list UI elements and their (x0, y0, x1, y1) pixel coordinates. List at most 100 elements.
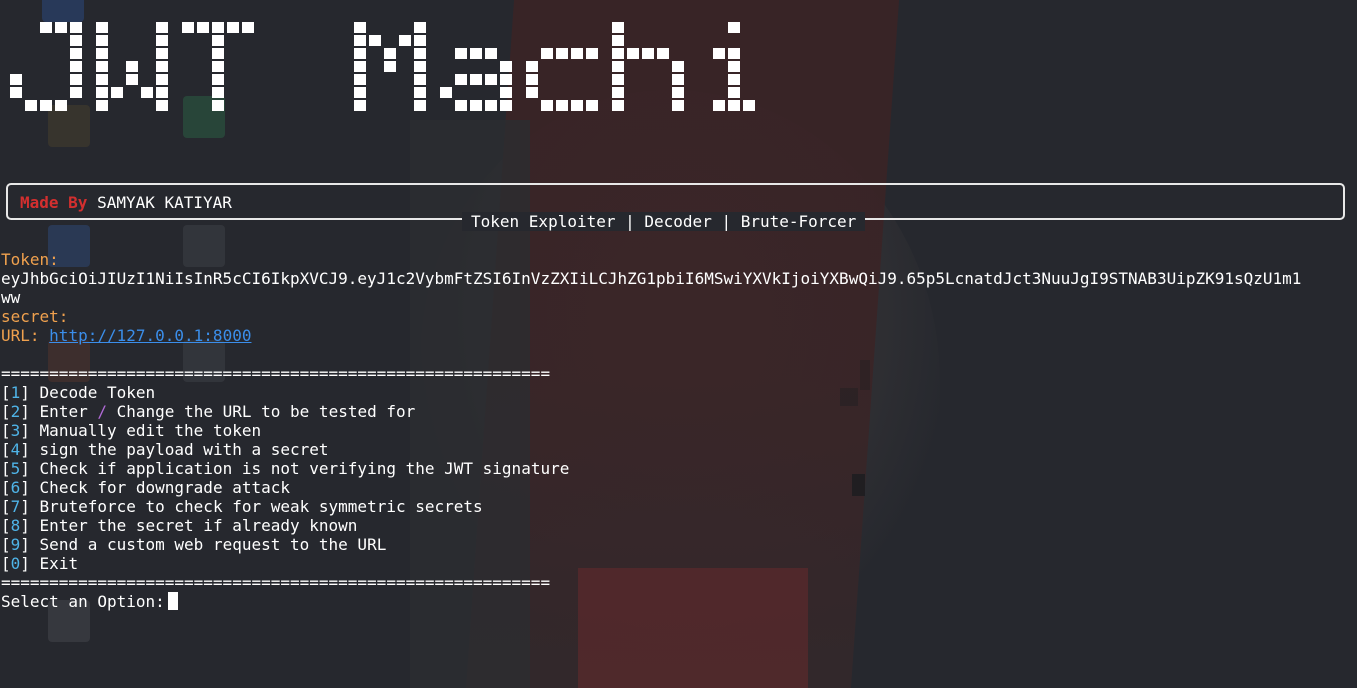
option-label: Check if application is not verifying th… (39, 459, 570, 478)
option-number: 6 (10, 478, 21, 497)
terminal-cursor[interactable] (167, 592, 178, 610)
banner-pixel (728, 74, 740, 85)
banner-pixel (40, 22, 52, 33)
banner-pixel (414, 22, 426, 33)
banner-pixel (369, 35, 381, 46)
banner-pixel (586, 48, 598, 59)
option-label: Exit (39, 554, 79, 573)
banner-pixel (182, 22, 194, 33)
banner-pixel (541, 48, 553, 59)
terminal-window: Made By SAMYAK KATIYAR Token Exploiter |… (0, 0, 1357, 688)
banner-pixel (156, 87, 168, 98)
banner-pixel (571, 48, 583, 59)
banner-pixel (414, 100, 426, 111)
banner-pixel (485, 100, 497, 111)
banner-pixel (728, 48, 740, 59)
banner-pixel (612, 48, 624, 59)
token-value-wrap[interactable]: ww (1, 288, 20, 307)
banner-pixel (672, 61, 684, 72)
banner-pixel (227, 22, 239, 33)
banner-pixel (414, 87, 426, 98)
banner-pixel (96, 22, 108, 33)
menu-option-7: [7] Bruteforce to check for weak symmetr… (1, 497, 483, 516)
banner-pixel (354, 35, 366, 46)
banner-pixel (384, 48, 396, 59)
banner-title (8, 18, 778, 118)
banner-pixel (642, 48, 654, 59)
made-by-label: Made By (20, 193, 88, 212)
banner-pixel (40, 100, 52, 111)
banner-pixel (212, 100, 224, 111)
banner-pixel (126, 61, 138, 72)
banner-pixel (96, 74, 108, 85)
banner-pixel (25, 100, 37, 111)
url-label: URL: (1, 326, 40, 345)
banner-pixel (500, 74, 512, 85)
banner-pixel (212, 35, 224, 46)
banner-pixel (500, 87, 512, 98)
banner-pixel (70, 74, 82, 85)
banner-pixel (354, 22, 366, 33)
credit-line: Made By SAMYAK KATIYAR (20, 193, 232, 212)
option-number: 0 (10, 554, 21, 573)
banner-pixel (672, 74, 684, 85)
banner-pixel (470, 48, 482, 59)
banner-pixel (141, 87, 153, 98)
menu-option-6: [6] Check for downgrade attack (1, 478, 290, 497)
banner-pixel (571, 100, 583, 111)
banner-pixel (485, 48, 497, 59)
url-line: URL: http://127.0.0.1:8000 (1, 326, 251, 345)
banner-pixel (354, 61, 366, 72)
banner-pixel (96, 35, 108, 46)
banner-pixel (70, 22, 82, 33)
option-number: 4 (10, 440, 21, 459)
banner-pixel (156, 22, 168, 33)
banner-pixel (728, 61, 740, 72)
banner-pixel (455, 100, 467, 111)
option-label: Enter the secret if already known (39, 516, 358, 535)
banner-pixel (672, 87, 684, 98)
menu-option-0: [0] Exit (1, 554, 79, 573)
menu-option-2: [2] Enter / Change the URL to be tested … (1, 402, 416, 421)
banner-pixel (96, 100, 108, 111)
option-number: 9 (10, 535, 21, 554)
banner-art (10, 22, 755, 111)
banner-pixel (612, 74, 624, 85)
option-prompt[interactable]: Select an Option: (1, 592, 178, 611)
banner-pixel (556, 100, 568, 111)
banner-pixel (55, 100, 67, 111)
banner-pixel (399, 35, 411, 46)
token-value[interactable]: eyJhbGciOiJIUzI1NiIsInR5cCI6IkpXVCJ9.eyJ… (1, 269, 1301, 288)
banner-pixel (414, 61, 426, 72)
option-label: Bruteforce to check for weak symmetric s… (39, 497, 483, 516)
banner-pixel (657, 48, 669, 59)
banner-pixel (212, 48, 224, 59)
banner-pixel (96, 87, 108, 98)
tool-subtitle: Token Exploiter | Decoder | Brute-Forcer (462, 212, 866, 231)
url-link[interactable]: http://127.0.0.1:8000 (49, 326, 251, 345)
secret-label: secret: (1, 307, 69, 326)
banner-pixel (713, 100, 725, 111)
prompt-text: Select an Option: (1, 592, 165, 611)
option-number: 2 (10, 402, 21, 421)
option-number: 1 (10, 383, 21, 402)
banner-pixel (743, 100, 755, 111)
option-number: 3 (10, 421, 21, 440)
banner-pixel (70, 87, 82, 98)
banner-pixel (541, 100, 553, 111)
banner-pixel (455, 48, 467, 59)
option-label-part: Enter (39, 402, 88, 421)
banner-pixel (612, 61, 624, 72)
banner-pixel (70, 35, 82, 46)
option-number: 8 (10, 516, 21, 535)
menu-separator-top: ========================================… (1, 364, 551, 383)
banner-pixel (10, 74, 22, 85)
banner-pixel (354, 87, 366, 98)
option-number: 7 (10, 497, 21, 516)
banner-pixel (440, 87, 452, 98)
banner-pixel (414, 48, 426, 59)
banner-pixel (556, 48, 568, 59)
banner-pixel (354, 100, 366, 111)
banner-pixel (10, 87, 22, 98)
option-label: Manually edit the token (39, 421, 262, 440)
